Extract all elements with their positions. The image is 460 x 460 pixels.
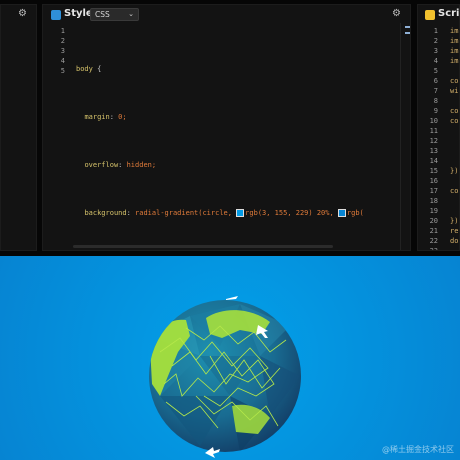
code-content[interactable]: body { margin: 0; overflow: hidden; back…: [76, 26, 410, 250]
line-number: 7: [433, 87, 438, 95]
code-line: });: [450, 167, 459, 175]
gear-icon[interactable]: ⚙: [392, 9, 402, 19]
line-number: 5: [433, 67, 438, 75]
line-number: 4: [60, 57, 65, 65]
color-swatch[interactable]: [236, 209, 245, 217]
code-content[interactable]: im im im im co wi co co}); co}) re do: [450, 26, 459, 250]
code-line: do: [450, 237, 459, 245]
line-number: 15: [429, 167, 438, 175]
code-line: }): [450, 217, 459, 225]
script-panel-title: Script: [438, 8, 460, 19]
line-number: 19: [429, 207, 438, 215]
globe-scene: [149, 296, 301, 458]
css-value: rgb(: [346, 209, 364, 217]
code-line: im: [450, 57, 459, 65]
open-brace: {: [92, 65, 102, 73]
line-number: 23: [429, 247, 438, 251]
language-select[interactable]: CSS ⌄: [90, 8, 139, 21]
code-line: co: [450, 77, 459, 85]
line-number: 5: [60, 67, 65, 75]
code-line: im: [450, 27, 459, 35]
css-value: hidden;: [122, 161, 157, 169]
script-panel-header: Script: [418, 5, 459, 23]
line-number: 8: [433, 97, 438, 105]
color-swatch[interactable]: [337, 209, 346, 217]
line-number: 14: [429, 157, 438, 165]
line-number: 13: [429, 147, 438, 155]
gear-icon[interactable]: ⚙: [18, 9, 28, 19]
horizontal-scrollbar[interactable]: [73, 245, 333, 248]
code-line: wi: [450, 87, 459, 95]
line-number: 1: [433, 27, 438, 35]
line-numbers: 1 2 3 4 5: [43, 26, 65, 76]
line-number: 3: [60, 47, 65, 55]
code-line: im: [450, 47, 459, 55]
line-number: 17: [429, 187, 438, 195]
line-number: 12: [429, 137, 438, 145]
line-number: 11: [429, 127, 438, 135]
code-line: body {: [76, 64, 410, 74]
css-value: 0;: [113, 113, 127, 121]
code-line: im: [450, 37, 459, 45]
style-panel-title: Style: [64, 8, 93, 19]
css-editor[interactable]: 1 2 3 4 5 body { margin: 0; overflow: hi…: [43, 23, 410, 250]
preview-stage[interactable]: @稀土掘金技术社区: [0, 256, 460, 460]
code-line: re: [450, 227, 459, 235]
minimap[interactable]: [400, 23, 410, 250]
code-line: margin: 0;: [84, 113, 127, 121]
css-property: background: [84, 209, 127, 217]
style-badge-icon: [51, 10, 61, 20]
chevron-down-icon: ⌄: [128, 10, 134, 18]
js-editor[interactable]: 1 2 3 4 5 6 7 8 9 10 11 12 13 14 15 16 17 18 19 20 21 22 23 im…: [418, 23, 459, 250]
watermark: @稀土掘金技术社区: [382, 445, 454, 454]
line-number: 2: [60, 37, 65, 45]
code-line: co: [450, 107, 459, 115]
line-number: 6: [433, 77, 438, 85]
code-line: co: [450, 117, 459, 125]
language-select-value: CSS: [95, 10, 110, 19]
line-number: 10: [429, 117, 438, 125]
css-property: margin: [84, 113, 110, 121]
css-value: radial-gradient(circle,: [130, 209, 237, 217]
code-line: co: [450, 187, 459, 195]
line-number: 2: [433, 37, 438, 45]
line-number: 9: [433, 107, 438, 115]
css-selector: body: [76, 65, 93, 73]
line-number: 21: [429, 227, 438, 235]
line-number: 4: [433, 57, 438, 65]
left-panel: ⚙: [0, 4, 37, 251]
line-number: 16: [429, 177, 438, 185]
code-line: overflow: hidden;: [84, 161, 157, 169]
line-numbers: 1 2 3 4 5 6 7 8 9 10 11 12 13 14 15 16 17 18 19 20 21 22 23: [418, 26, 438, 251]
minimap-line: [405, 26, 410, 28]
minimap-line: [405, 32, 410, 34]
script-panel: Script 123456789101112131415161718192021…: [417, 4, 460, 251]
script-badge-icon: [425, 10, 435, 20]
code-line: background: radial-gradient(circle, rgb(…: [84, 209, 364, 217]
line-number: 20: [429, 217, 438, 225]
line-number: 3: [433, 47, 438, 55]
line-number: 18: [429, 197, 438, 205]
editor-area: ⚙ Style CSS ⌄ ⚙ 1 2 3 4 5 body { margin:…: [0, 0, 460, 256]
line-number: 1: [60, 27, 65, 35]
style-panel: Style CSS ⌄ ⚙ 1 2 3 4 5 body { margin: 0…: [42, 4, 411, 251]
style-panel-header: Style CSS ⌄ ⚙: [43, 5, 410, 23]
line-number: 22: [429, 237, 438, 245]
css-value: rgb(3, 155, 229) 20%,: [245, 209, 338, 217]
css-property: overflow: [84, 161, 119, 169]
